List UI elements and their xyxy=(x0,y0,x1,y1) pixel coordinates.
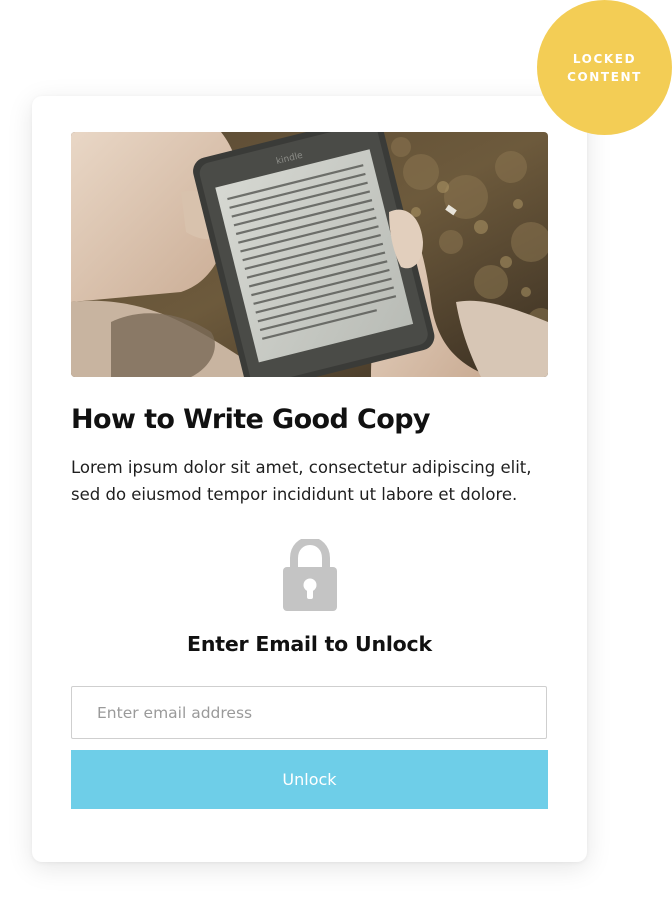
article-title: How to Write Good Copy xyxy=(71,404,431,435)
locked-content-card: kindle How to Write Good Copy Lorem ipsu… xyxy=(32,96,587,862)
badge-line-2: CONTENT xyxy=(567,69,642,84)
unlock-heading: Enter Email to Unlock xyxy=(187,632,432,656)
article-description: Lorem ipsum dolor sit amet, consectetur … xyxy=(71,458,532,504)
page: LOCKED CONTENT kindle How to Write Good … xyxy=(0,0,672,900)
locked-content-badge: LOCKED CONTENT xyxy=(537,0,672,135)
hero-image: kindle xyxy=(71,132,548,377)
email-input[interactable] xyxy=(71,686,547,739)
badge-line-1: LOCKED xyxy=(572,51,637,66)
lock-icon xyxy=(283,539,337,611)
unlock-button[interactable]: Unlock xyxy=(71,750,548,809)
